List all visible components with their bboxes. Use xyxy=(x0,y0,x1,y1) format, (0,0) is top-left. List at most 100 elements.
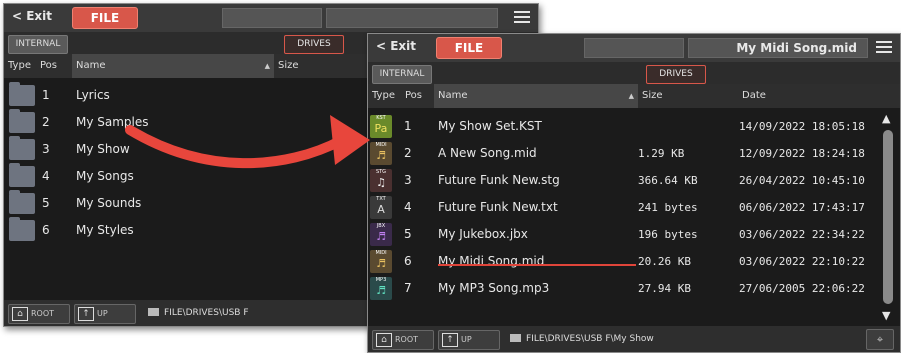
path-text: FILE\DRIVES\USB F\My Show xyxy=(526,334,654,344)
column-size[interactable]: Size xyxy=(274,54,374,78)
scroll-thumb[interactable] xyxy=(883,130,893,304)
internal-tab[interactable]: INTERNAL xyxy=(8,35,68,54)
internal-tab[interactable]: INTERNAL xyxy=(372,65,432,84)
column-name-label: Name xyxy=(438,90,468,101)
sort-arrow-icon: ▲ xyxy=(264,62,270,70)
icon-label: STG xyxy=(375,169,387,175)
column-type[interactable]: Type xyxy=(368,84,401,108)
scroll-track[interactable] xyxy=(883,130,893,304)
list-item[interactable]: 5 My Sounds xyxy=(4,190,182,217)
up-button[interactable]: ↑ UP xyxy=(438,330,500,350)
item-size: 1.29 KB xyxy=(638,147,685,160)
item-name: My Jukebox.jbx xyxy=(438,227,528,241)
item-size: 196 bytes xyxy=(638,228,698,241)
item-pos: 6 xyxy=(404,254,412,268)
column-name[interactable]: Name ▲ xyxy=(72,54,274,78)
item-pos: 4 xyxy=(42,169,50,183)
scroll-down-icon[interactable]: ▼ xyxy=(882,309,890,322)
file-tab[interactable]: FILE xyxy=(436,37,502,59)
scroll-up-icon[interactable]: ▲ xyxy=(882,112,890,125)
path-display: FILE\DRIVES\USB F\My Show xyxy=(510,330,654,348)
item-pos: 4 xyxy=(404,200,412,214)
menu-icon[interactable] xyxy=(876,41,892,53)
column-name-label: Name xyxy=(76,60,106,71)
home-icon: ⌂ xyxy=(12,307,28,321)
arrow-up-icon: ↑ xyxy=(442,333,458,347)
media-tab-bar: INTERNAL DRIVES xyxy=(368,62,900,84)
info-field-1 xyxy=(584,38,684,58)
top-bar: < Exit FILE My Midi Song.mid xyxy=(368,34,900,62)
item-name: Lyrics xyxy=(76,88,110,102)
txt-icon: TXT A xyxy=(370,196,392,219)
title-field xyxy=(326,8,498,28)
list-item[interactable]: TXT A 4 Future Funk New.txt 241 bytes 06… xyxy=(368,194,876,221)
folder-icon xyxy=(9,136,35,160)
item-name: My Sounds xyxy=(76,196,142,210)
scrollbar[interactable]: ▲ ▼ xyxy=(876,108,900,326)
list-item[interactable]: 1 Lyrics xyxy=(4,82,182,109)
icon-label: MIDI xyxy=(375,142,387,148)
item-size: 20.26 KB xyxy=(638,255,691,268)
root-button[interactable]: ⌂ ROOT xyxy=(8,304,70,324)
column-type[interactable]: Type xyxy=(4,54,36,78)
sort-arrow-icon: ▲ xyxy=(628,92,634,100)
column-name[interactable]: Name ▲ xyxy=(434,84,638,108)
folder-icon xyxy=(9,163,35,187)
item-name: My MP3 Song.mp3 xyxy=(438,281,550,295)
list-item[interactable]: STG ♫ 3 Future Funk New.stg 366.64 KB 26… xyxy=(368,167,876,194)
item-name: My Show Set.KST xyxy=(438,119,542,133)
up-button[interactable]: ↑ UP xyxy=(74,304,136,324)
item-name: My Songs xyxy=(76,169,134,183)
column-pos[interactable]: Pos xyxy=(36,54,72,78)
icon-label: MP3 xyxy=(375,277,387,283)
icon-label: MIDI xyxy=(375,250,387,256)
item-pos: 7 xyxy=(404,281,412,295)
item-name: My Styles xyxy=(76,223,134,237)
item-pos: 3 xyxy=(404,173,412,187)
item-date: 06/06/2022 17:43:17 xyxy=(739,201,865,214)
column-pos[interactable]: Pos xyxy=(401,84,437,108)
item-name: My Midi Song.mid xyxy=(438,254,545,268)
location-pin-button[interactable]: ⌖ xyxy=(866,329,894,350)
item-name: My Show xyxy=(76,142,130,156)
kst-icon: KST Pa xyxy=(370,115,392,138)
info-field-1 xyxy=(222,8,322,28)
list-item[interactable]: MP3 ♬ 7 My MP3 Song.mp3 27.94 KB 27/06/2… xyxy=(368,275,876,302)
item-pos: 1 xyxy=(404,119,412,133)
item-size: 27.94 KB xyxy=(638,282,691,295)
root-button[interactable]: ⌂ ROOT xyxy=(372,330,434,350)
list-item[interactable]: 6 My Styles xyxy=(4,217,182,244)
list-item[interactable]: 4 My Songs xyxy=(4,163,182,190)
column-size[interactable]: Size xyxy=(638,84,738,108)
icon-label: TXT xyxy=(376,196,386,202)
icon-glyph: ♬ xyxy=(376,149,386,162)
style-icon: STG ♫ xyxy=(370,169,392,192)
icon-glyph: ♬ xyxy=(376,230,386,243)
list-item[interactable]: 3 My Show xyxy=(4,136,182,163)
arrow-up-icon: ↑ xyxy=(78,307,94,321)
icon-glyph: A xyxy=(377,203,385,216)
list-item[interactable]: KST Pa 1 My Show Set.KST 14/09/2022 18:0… xyxy=(368,113,876,140)
list-item[interactable]: JBX ♬ 5 My Jukebox.jbx 196 bytes 03/06/2… xyxy=(368,221,876,248)
list-item[interactable]: 2 My Samples xyxy=(4,109,182,136)
item-pos: 6 xyxy=(42,223,50,237)
item-pos: 1 xyxy=(42,88,50,102)
file-tab[interactable]: FILE xyxy=(72,7,138,29)
bottom-bar: ⌂ ROOT ↑ UP FILE\DRIVES\USB F\My Show ⌖ xyxy=(368,326,900,352)
list-item[interactable]: MIDI ♬ 2 A New Song.mid 1.29 KB 12/09/20… xyxy=(368,140,876,167)
exit-button[interactable]: < Exit xyxy=(12,9,52,23)
icon-glyph: ♬ xyxy=(376,257,386,270)
jbx-icon: JBX ♬ xyxy=(370,223,392,246)
drives-tab[interactable]: DRIVES xyxy=(284,35,344,54)
list-item-selected[interactable]: MIDI ♬ 6 My Midi Song.mid 20.26 KB 03/06… xyxy=(368,248,876,275)
file-browser-window-my-show: < Exit FILE My Midi Song.mid INTERNAL DR… xyxy=(367,33,901,353)
item-name: Future Funk New.txt xyxy=(438,200,558,214)
path-display: FILE\DRIVES\USB F xyxy=(148,304,249,322)
item-date: 03/06/2022 22:10:22 xyxy=(739,255,865,268)
column-date[interactable]: Date xyxy=(738,84,876,108)
menu-icon[interactable] xyxy=(514,11,530,23)
icon-glyph: Pa xyxy=(374,122,388,135)
exit-button[interactable]: < Exit xyxy=(376,39,416,53)
folder-icon xyxy=(148,308,159,316)
drives-tab[interactable]: DRIVES xyxy=(646,65,706,84)
